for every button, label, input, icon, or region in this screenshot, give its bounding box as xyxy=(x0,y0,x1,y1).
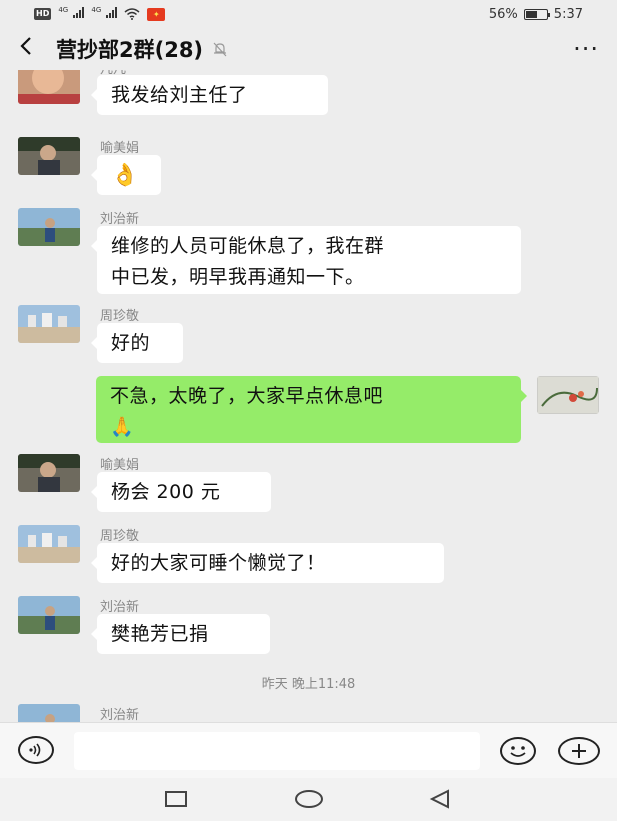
message-bubble[interactable]: 我发给刘主任了 xyxy=(91,75,328,115)
avatar[interactable] xyxy=(18,208,80,246)
plus-button[interactable] xyxy=(558,737,600,765)
chat-header: 营抄部2群(28) ··· xyxy=(0,28,617,70)
signal-icon-1: 4G xyxy=(58,6,85,22)
signal-2-label: 4G xyxy=(91,6,102,14)
message-timestamp: 昨天 晚上11:48 xyxy=(261,677,356,692)
message-input[interactable] xyxy=(74,732,480,770)
battery-fill xyxy=(525,10,537,18)
message-line: 维修的人员可能休息了，我在群 xyxy=(111,235,385,257)
voice-button[interactable] xyxy=(18,736,54,764)
avatar[interactable] xyxy=(18,305,80,343)
message-bubble[interactable]: 杨会 200 元 xyxy=(91,472,271,512)
avatar[interactable] xyxy=(18,454,80,492)
plus-icon xyxy=(572,744,586,758)
status-time: 5:37 xyxy=(553,6,583,22)
message-bubble[interactable]: 好的 xyxy=(91,323,183,363)
sender-name: 喻美娟 xyxy=(100,141,140,156)
message-bubble[interactable]: 樊艳芳已捐 xyxy=(91,614,270,654)
sender-name: 喻美娟 xyxy=(100,458,140,473)
chat-title: 营抄部2群(28) xyxy=(56,38,204,62)
bell-off-icon xyxy=(213,42,227,57)
sender-name: 周珍敬 xyxy=(100,309,140,324)
avatar[interactable] xyxy=(537,376,599,414)
avatar[interactable] xyxy=(18,525,80,563)
emoji-button[interactable] xyxy=(500,737,536,765)
message-bubble[interactable]: 不急，太晚了，大家早点休息吧 🙏 xyxy=(96,376,527,443)
voice-icon xyxy=(29,743,41,757)
signal-icon-2: 4G xyxy=(91,6,118,22)
avatar[interactable] xyxy=(18,704,80,722)
system-nav-bar xyxy=(0,778,617,821)
wifi-icon xyxy=(124,8,140,20)
message-line: 🙏 xyxy=(110,416,135,438)
status-left: HD 4G 4G ✦ xyxy=(34,6,166,22)
battery-icon xyxy=(523,8,550,20)
avatar[interactable] xyxy=(18,70,80,104)
sender-name: 刘治新 xyxy=(100,600,140,615)
sender-name: 周珍敬 xyxy=(100,529,140,544)
signal-1-label: 4G xyxy=(58,6,69,14)
app-notification-icon: ✦ xyxy=(147,7,166,21)
more-button[interactable]: ··· xyxy=(573,35,599,63)
message-line: 中已发，明早我再通知一下。 xyxy=(111,266,365,288)
input-bar xyxy=(0,722,617,778)
status-bar: HD 4G 4G ✦ 56% 5:37 xyxy=(0,0,617,28)
emoji-icon xyxy=(510,746,526,757)
hd-badge: HD xyxy=(34,8,52,20)
message-bubble[interactable]: 👌 xyxy=(91,155,161,195)
avatar[interactable] xyxy=(18,596,80,634)
square-icon[interactable] xyxy=(165,791,187,807)
message-bubble[interactable]: 维修的人员可能休息了，我在群 中已发，明早我再通知一下。 xyxy=(91,226,521,294)
back-button[interactable] xyxy=(18,34,48,64)
battery-percent: 56% xyxy=(488,6,518,22)
sender-name: 刘治新 xyxy=(100,708,140,722)
avatar[interactable] xyxy=(18,137,80,175)
status-right: 56% 5:37 xyxy=(489,7,583,22)
sender-name: 刘治新 xyxy=(100,212,140,227)
triangle-back-icon[interactable] xyxy=(428,789,452,809)
chevron-left-icon xyxy=(20,37,31,55)
message-bubble[interactable]: 好的大家可睡个懒觉了！ xyxy=(91,543,444,583)
message-line: 不急，太晚了，大家早点休息吧 xyxy=(110,385,384,407)
chat-area[interactable]: 凡凡 我发给刘主任了 喻美娟 👌 刘治新 维修的人员可能休息了，我在群 中已发，… xyxy=(0,70,617,722)
circle-icon[interactable] xyxy=(295,790,323,808)
